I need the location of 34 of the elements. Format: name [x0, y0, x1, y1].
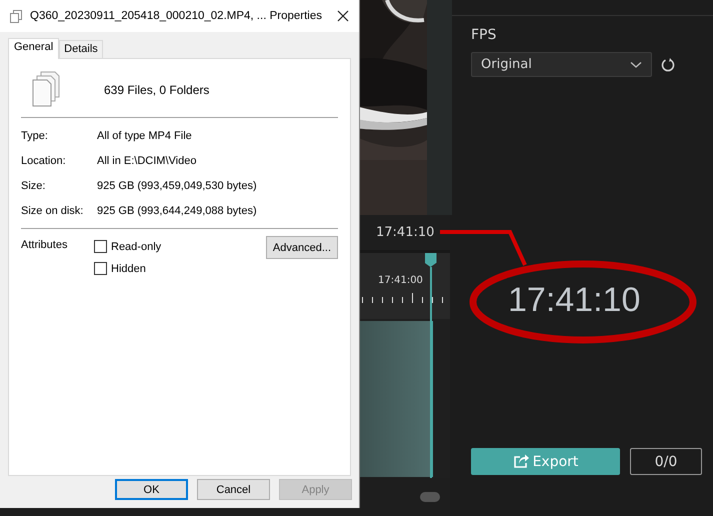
checkbox[interactable] [94, 240, 107, 253]
dialog-button[interactable]: Cancel [197, 479, 270, 500]
property-value: 925 GB (993,644,249,088 bytes) [97, 205, 258, 217]
attributes-label: Attributes [21, 239, 68, 251]
property-value: 925 GB (993,459,049,530 bytes) [97, 180, 258, 192]
files-icon [10, 10, 22, 22]
summary-text: 639 Files, 0 Folders [104, 83, 210, 97]
share-icon [512, 454, 530, 469]
close-icon[interactable] [337, 10, 349, 22]
property-label: Size: [21, 180, 46, 192]
tab[interactable]: General [8, 38, 60, 59]
property-label: Size on disk: [21, 205, 84, 217]
dialog-button[interactable]: OK [115, 479, 188, 500]
checkbox-label[interactable]: Hidden [111, 262, 146, 274]
callout-timecode: 17:41:10 [508, 281, 640, 320]
timecode: 17:41:10 [376, 224, 434, 240]
fps-dropdown[interactable]: Original [471, 52, 652, 77]
advanced-button[interactable]: Advanced... [266, 236, 338, 259]
video-clip[interactable] [360, 321, 433, 478]
scroll-thumb[interactable] [420, 492, 440, 502]
fps-label: FPS [471, 27, 498, 43]
property-label: Type: [21, 130, 49, 142]
reset-icon[interactable] [661, 58, 675, 72]
window-title: Q360_20230911_205418_000210_02.MP4, ... Properties [30, 10, 323, 22]
tab[interactable]: Details [59, 40, 103, 58]
playhead[interactable] [424, 253, 437, 478]
property-value: All in E:\DCIM\Video [97, 155, 198, 167]
property-label: Location: [21, 155, 67, 167]
ruler-label: 17:41:00 [378, 274, 423, 286]
export-counter: 0/0 [630, 448, 702, 475]
checkbox-label[interactable]: Read-only [111, 240, 162, 252]
checkbox[interactable] [94, 262, 107, 275]
property-value: All of type MP4 File [97, 130, 193, 142]
chevron-down-icon [630, 60, 642, 68]
